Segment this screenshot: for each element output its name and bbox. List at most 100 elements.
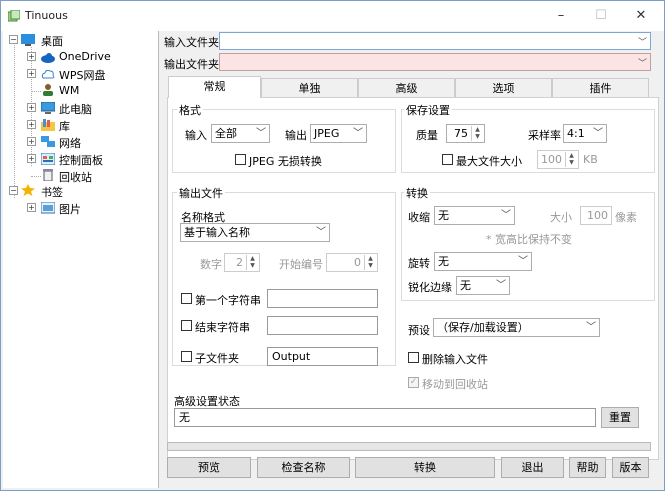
format-group: 格式 输入 全部 ﹀ 输出 JPEG ﹀ JPEG 无损转换 [172, 102, 396, 173]
tab-options[interactable]: 选项 [455, 78, 552, 98]
chevron-down-icon: ﹀ [518, 256, 528, 267]
input-folder-label: 输入文件夹 [164, 36, 219, 49]
output-format-select[interactable]: JPEG ﹀ [310, 124, 367, 143]
tab-plugins[interactable]: 插件 [552, 78, 649, 98]
convert-group: 转换 收缩 无 ﹀ 大小 100 像素 * 宽高比保持不变 旋转 无 ﹀ 锐化边缘 … [401, 185, 655, 301]
user-icon [43, 84, 53, 96]
subfolder-input[interactable]: Output [267, 347, 378, 366]
name-format-select[interactable]: 基于输入名称 ﹀ [180, 223, 330, 242]
output-folder-combo[interactable]: ﹀ [219, 53, 651, 71]
output-format-label: 输出 [285, 129, 307, 142]
chevron-down-icon: ﹀ [496, 280, 506, 291]
size-input[interactable]: 100 [580, 206, 612, 225]
chevron-down-icon: ﹀ [593, 128, 603, 139]
size-label: 大小 [550, 211, 572, 224]
tab-general[interactable]: 常规 [168, 76, 261, 98]
group-title: 输出文件 [177, 185, 225, 201]
quality-spinner[interactable]: 75 ▲ ▼ [446, 124, 485, 143]
expand-icon[interactable]: + [27, 203, 36, 212]
max-file-size-spinner[interactable]: 100 ▲ ▼ [537, 150, 579, 169]
input-folder-combo[interactable]: ﹀ [219, 32, 651, 50]
tree-label: WPS网盘 [59, 69, 106, 82]
chevron-down-icon[interactable]: ﹀ [638, 35, 647, 48]
star-icon [21, 184, 35, 196]
minimize-button[interactable]: – [541, 1, 581, 31]
sampling-label: 采样率 [528, 129, 561, 142]
digits-label: 数字 [200, 258, 222, 271]
tree-label: 图片 [59, 203, 81, 216]
group-title: 格式 [177, 102, 203, 118]
group-title: 转换 [404, 185, 430, 201]
output-folder-label: 输出文件夹 [164, 58, 219, 71]
tree-label: OneDrive [59, 50, 111, 63]
expand-icon[interactable]: + [27, 103, 36, 112]
progress-bar [167, 442, 651, 451]
chevron-down-icon: ﹀ [353, 128, 363, 139]
wps-cloud-icon [41, 69, 55, 79]
cloud-icon [41, 53, 55, 63]
recycle-bin-icon [43, 169, 53, 181]
input-format-select[interactable]: 全部 ﹀ [211, 124, 270, 143]
tree-label: 控制面板 [59, 154, 103, 167]
app-icon [8, 10, 20, 22]
tree-label: 网络 [59, 137, 81, 150]
output-file-group: 输出文件 名称格式 基于输入名称 ﹀ 数字 2 ▲ ▼ 开始编号 0 ▲ ▼ 第一个字符串 [172, 185, 396, 366]
first-string-input[interactable] [267, 289, 378, 308]
preset-label: 预设 [408, 324, 430, 337]
window-title: Tinuous [25, 9, 68, 22]
desktop-icon [21, 34, 35, 46]
chevron-down-icon: ﹀ [316, 227, 326, 238]
general-tab-panel: 格式 输入 全部 ﹀ 输出 JPEG ﹀ JPEG 无损转换 保存设置 质量 75 ▲… [167, 97, 659, 460]
scale-select[interactable]: 无 ﹀ [434, 206, 515, 225]
start-number-label: 开始编号 [279, 258, 323, 271]
size-unit-label: KB [583, 153, 598, 166]
help-button[interactable]: 帮助 [569, 457, 606, 478]
expand-icon[interactable]: + [27, 52, 36, 61]
chevron-down-icon[interactable]: ﹀ [638, 56, 647, 69]
tab-individual[interactable]: 单独 [261, 78, 358, 98]
input-format-label: 输入 [185, 129, 207, 142]
expand-icon[interactable]: + [27, 69, 36, 78]
pictures-folder-icon [41, 202, 55, 214]
preset-select[interactable]: （保存/加载设置） ﹀ [433, 318, 600, 337]
advanced-status-label: 高级设置状态 [174, 395, 240, 408]
start-number-spinner[interactable]: 0 ▲ ▼ [326, 253, 378, 272]
sampling-select[interactable]: 4:1 ﹀ [563, 124, 607, 143]
convert-button[interactable]: 转换 [355, 457, 495, 478]
advanced-status-input[interactable]: 无 [174, 408, 596, 427]
scale-label: 收缩 [408, 211, 430, 224]
reset-button[interactable]: 重置 [601, 407, 639, 428]
check-names-button[interactable]: 检查名称 [257, 457, 350, 478]
tree-label: 回收站 [59, 171, 92, 184]
version-button[interactable]: 版本 [612, 457, 649, 478]
tab-advanced[interactable]: 高级 [358, 78, 455, 98]
tree-label: WM [59, 84, 80, 97]
rotate-select[interactable]: 无 ﹀ [434, 252, 532, 271]
main-panel: 输入文件夹 ﹀ 输出文件夹 ﹀ 常规 单独 高级 选项 插件 格式 输入 全部 ﹀… [161, 31, 664, 490]
title-bar: Tinuous – ☐ ✕ [1, 1, 664, 31]
collapse-icon[interactable]: − [9, 35, 18, 44]
tree-label: 桌面 [41, 35, 63, 48]
chevron-down-icon: ﹀ [586, 322, 596, 333]
expand-icon[interactable]: + [27, 137, 36, 146]
sharpen-label: 锐化边缘 [408, 281, 452, 294]
quality-label: 质量 [416, 129, 438, 142]
chevron-down-icon: ﹀ [501, 210, 511, 221]
close-button[interactable]: ✕ [621, 1, 661, 31]
collapse-icon[interactable]: − [9, 186, 18, 195]
computer-icon [41, 102, 55, 114]
preview-button[interactable]: 预览 [167, 457, 251, 478]
maximize-button[interactable]: ☐ [581, 1, 621, 31]
folder-tree[interactable]: − 桌面 + OneDrive + WPS网盘 WM + 此电脑 + 库 + 网… [3, 31, 159, 488]
digits-spinner[interactable]: 2 ▲ ▼ [224, 253, 260, 272]
pixel-unit-label: 像素 [615, 211, 637, 224]
end-string-input[interactable] [267, 316, 378, 335]
expand-icon[interactable]: + [27, 154, 36, 163]
main-window: Tinuous – ☐ ✕ − 桌面 + OneDrive + WPS网盘 WM [0, 0, 665, 491]
exit-button[interactable]: 退出 [501, 457, 564, 478]
group-title: 保存设置 [404, 102, 452, 118]
expand-icon[interactable]: + [27, 120, 36, 129]
tree-label: 此电脑 [59, 103, 92, 116]
tree-label: 库 [59, 120, 70, 133]
sharpen-select[interactable]: 无 ﹀ [456, 276, 510, 295]
